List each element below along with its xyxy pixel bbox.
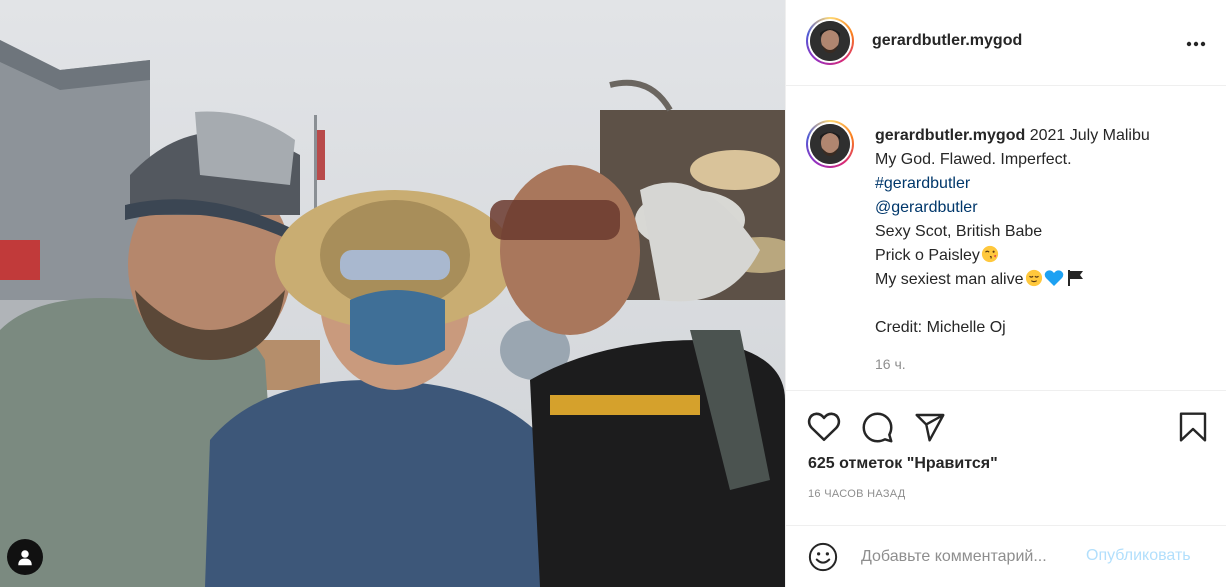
post-sidebar: gerardbutler.mygod gerardbutler.mygod 20… xyxy=(785,0,1226,587)
caption-line-1: My God. Flawed. Imperfect. xyxy=(875,151,1072,168)
caption-area: gerardbutler.mygod 2021 July Malibu My G… xyxy=(786,87,1226,388)
publish-button[interactable]: Опубликовать xyxy=(1086,547,1191,565)
caption-credit: Credit: Michelle Oj xyxy=(875,319,1006,336)
selfie-photo xyxy=(0,0,785,587)
caption-line-3: Prick o Paisley xyxy=(875,247,980,264)
blue-heart-icon xyxy=(1044,270,1063,286)
share-button[interactable] xyxy=(914,411,946,448)
hashtag-link[interactable]: #gerardbutler xyxy=(875,172,1215,196)
avatar-image xyxy=(810,21,850,61)
black-flag-icon xyxy=(1067,270,1083,286)
header-username[interactable]: gerardbutler.mygod xyxy=(872,32,1022,50)
caption-title: 2021 July Malibu xyxy=(1029,127,1150,144)
likes-count[interactable]: 625 отметок "Нравится" xyxy=(808,455,998,473)
caption-line-4: My sexiest man alive xyxy=(875,271,1024,288)
caption-timestamp[interactable]: 16 ч. xyxy=(875,356,906,372)
caption-line-2: Sexy Scot, British Babe xyxy=(875,223,1043,240)
tagged-people-button[interactable] xyxy=(7,539,43,575)
comment-icon xyxy=(862,412,893,443)
save-button[interactable] xyxy=(1178,411,1208,448)
share-icon xyxy=(915,413,945,442)
caption-author-avatar[interactable] xyxy=(806,120,854,168)
user-tag-icon xyxy=(18,550,32,566)
mention-link[interactable]: @gerardbutler xyxy=(875,196,1215,220)
emoji-icon xyxy=(808,542,838,572)
comment-input[interactable] xyxy=(861,545,1081,569)
relieved-emoji-icon xyxy=(1025,269,1042,287)
post-date[interactable]: 16 ЧАСОВ НАЗАД xyxy=(808,488,906,500)
post-header: gerardbutler.mygod xyxy=(786,0,1226,86)
caption-username[interactable]: gerardbutler.mygod xyxy=(875,127,1025,144)
emoji-picker-button[interactable] xyxy=(808,542,838,577)
post-photo[interactable] xyxy=(0,0,785,587)
like-button[interactable] xyxy=(807,411,841,448)
more-horizontal-icon xyxy=(1186,41,1206,47)
more-options-button[interactable] xyxy=(1186,31,1206,51)
heart-icon xyxy=(807,412,841,442)
kiss-emoji-icon xyxy=(981,245,999,263)
caption-text: gerardbutler.mygod 2021 July Malibu My G… xyxy=(875,124,1215,340)
author-avatar[interactable] xyxy=(806,17,854,65)
avatar-image xyxy=(810,124,850,164)
bookmark-icon xyxy=(1179,412,1207,442)
comment-bar: Опубликовать xyxy=(786,525,1226,587)
comment-button[interactable] xyxy=(861,411,894,449)
